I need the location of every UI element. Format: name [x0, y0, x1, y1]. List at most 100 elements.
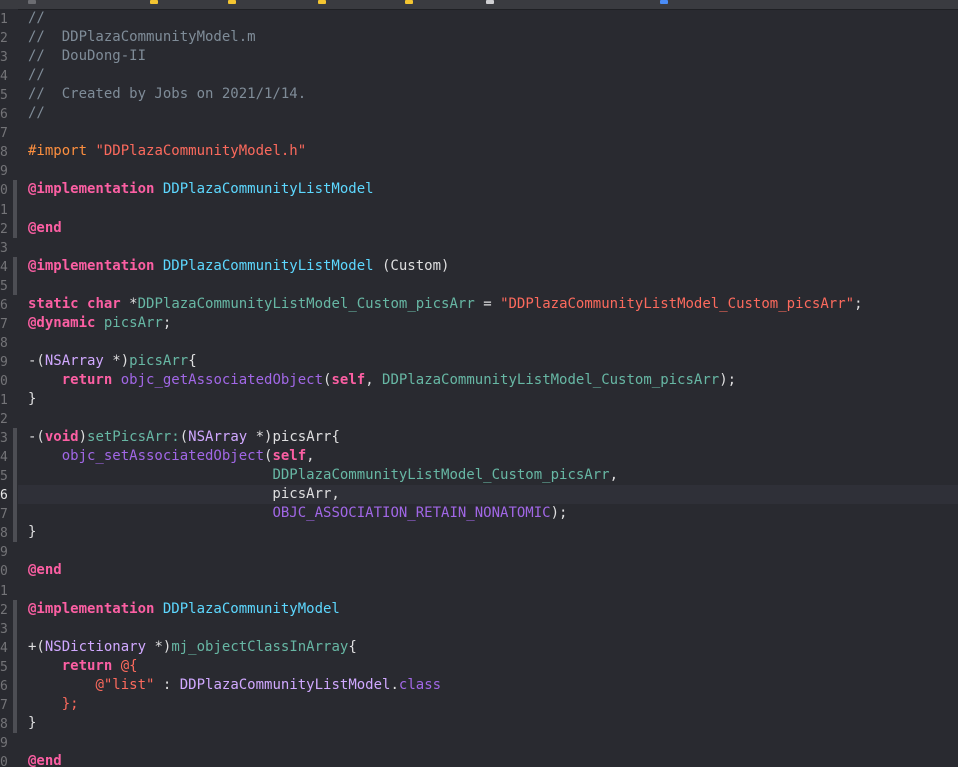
line-number[interactable]: 1 [0, 10, 14, 29]
code-token: DDPlazaCommunityListModel [162, 181, 374, 198]
code-line[interactable]: DDPlazaCommunityListModel_Custom_picsArr… [28, 466, 618, 485]
code-token: objc_getAssociatedObject [120, 371, 324, 388]
line-number[interactable]: 1 [0, 391, 14, 410]
code-line[interactable]: static char *DDPlazaCommunityListModel_C… [28, 295, 863, 314]
code-line[interactable]: #import "DDPlazaCommunityModel.h" [28, 142, 306, 161]
editor-tab-bar [0, 0, 958, 10]
code-line[interactable]: objc_setAssociatedObject(self, [28, 447, 315, 466]
tab-file-icon[interactable] [486, 0, 494, 4]
code-line[interactable]: @implementation DDPlazaCommunityListMode… [28, 180, 374, 199]
code-line[interactable]: // DouDong-II [28, 47, 146, 66]
line-number[interactable]: 6 [0, 296, 14, 315]
code-line[interactable]: // [28, 9, 45, 28]
line-number[interactable]: 3 [0, 48, 14, 67]
line-number[interactable]: 0 [0, 753, 14, 767]
line-number[interactable]: 8 [0, 334, 14, 353]
line-number[interactable]: 4 [0, 639, 14, 658]
code-token: NSArray [188, 429, 248, 446]
line-number[interactable]: 4 [0, 258, 14, 277]
code-line[interactable]: } [28, 523, 36, 542]
code-line[interactable]: @dynamic picsArr; [28, 314, 171, 333]
line-number[interactable]: 3 [0, 429, 14, 448]
tab-file-icon[interactable] [318, 0, 326, 4]
code-line[interactable]: @end [28, 752, 62, 767]
code-line[interactable]: // [28, 66, 45, 85]
line-number[interactable]: 6 [0, 486, 14, 505]
line-number[interactable]: 2 [0, 410, 14, 429]
code-line[interactable]: @implementation DDPlazaCommunityModel [28, 600, 340, 619]
code-token: picsArr [103, 314, 163, 331]
line-number[interactable]: 0 [0, 372, 14, 391]
line-number[interactable]: 5 [0, 658, 14, 677]
line-number[interactable]: 6 [0, 677, 14, 696]
code-line[interactable]: +(NSDictionary *)mj_objectClassInArray{ [28, 638, 357, 657]
code-token: }; [61, 695, 79, 712]
code-token: +( [28, 638, 45, 655]
line-number[interactable]: 6 [0, 105, 14, 124]
code-token: ; [854, 295, 863, 312]
code-token: OBJC_ASSOCIATION_RETAIN_NONATOMIC [272, 505, 551, 522]
line-number[interactable]: 8 [0, 715, 14, 734]
line-number[interactable]: 7 [0, 124, 14, 143]
code-token: // [28, 67, 45, 84]
code-token: * [129, 295, 138, 312]
line-number[interactable]: 4 [0, 67, 14, 86]
tab-file-icon[interactable] [405, 0, 413, 4]
line-number[interactable]: 5 [0, 277, 14, 296]
line-number[interactable]: 7 [0, 696, 14, 715]
tab-file-icon[interactable] [150, 0, 158, 4]
line-number[interactable]: 5 [0, 86, 14, 105]
line-number[interactable]: 1 [0, 582, 14, 601]
code-line[interactable]: return objc_getAssociatedObject(self, DD… [28, 371, 736, 390]
code-line[interactable]: @"list" : DDPlazaCommunityListModel.clas… [28, 676, 441, 695]
line-number[interactable]: 3 [0, 239, 14, 258]
code-line[interactable]: -(NSArray *)picsArr{ [28, 352, 197, 371]
code-token: NSDictionary [44, 638, 147, 655]
code-token: } [28, 391, 37, 407]
line-number[interactable]: 2 [0, 29, 14, 48]
code-token: ); [550, 505, 568, 522]
line-number[interactable]: 5 [0, 467, 14, 486]
code-token: } [28, 714, 37, 731]
code-line[interactable]: @end [28, 561, 62, 580]
line-number[interactable]: 7 [0, 315, 14, 334]
code-token: @end [28, 219, 62, 236]
line-number[interactable]: 9 [0, 162, 14, 181]
line-number[interactable]: 0 [0, 181, 14, 200]
code-line[interactable]: -(void)setPicsArr:(NSArray *)picsArr{ [28, 428, 340, 447]
line-number[interactable]: 2 [0, 220, 14, 239]
line-number[interactable]: 4 [0, 448, 14, 467]
code-line[interactable]: // [28, 104, 45, 123]
line-number[interactable]: 2 [0, 601, 14, 620]
tab-file-icon[interactable] [660, 0, 668, 4]
line-number[interactable]: 8 [0, 524, 14, 543]
code-token: . [390, 676, 399, 693]
code-token: @implementation [28, 181, 163, 198]
line-number[interactable]: 9 [0, 543, 14, 562]
code-line[interactable]: } [28, 714, 36, 733]
code-line[interactable]: } [28, 390, 36, 409]
code-token: @end [28, 752, 62, 767]
tab-file-icon[interactable] [28, 0, 36, 4]
tab-file-icon[interactable] [228, 0, 236, 4]
code-token: @end [28, 562, 62, 579]
code-token: // [28, 10, 45, 26]
code-line[interactable]: return @{ [28, 657, 138, 676]
code-line[interactable]: picsArr, [28, 485, 339, 504]
code-token: return [61, 371, 121, 388]
code-line[interactable]: @end [28, 219, 62, 238]
code-line[interactable]: // DDPlazaCommunityModel.m [28, 28, 256, 47]
code-line[interactable]: // Created by Jobs on 2021/1/14. [28, 85, 306, 104]
line-number[interactable]: 3 [0, 620, 14, 639]
code-line[interactable]: OBJC_ASSOCIATION_RETAIN_NONATOMIC); [28, 504, 567, 523]
line-number[interactable]: 1 [0, 201, 14, 220]
line-number[interactable]: 0 [0, 562, 14, 581]
line-number[interactable]: 9 [0, 353, 14, 372]
code-token: "DDPlazaCommunityModel.h" [95, 143, 307, 160]
code-line[interactable]: @implementation DDPlazaCommunityListMode… [28, 257, 449, 276]
code-line[interactable]: }; [28, 695, 79, 714]
line-number[interactable]: 8 [0, 143, 14, 162]
line-number[interactable]: 7 [0, 505, 14, 524]
line-number[interactable]: 9 [0, 734, 14, 753]
